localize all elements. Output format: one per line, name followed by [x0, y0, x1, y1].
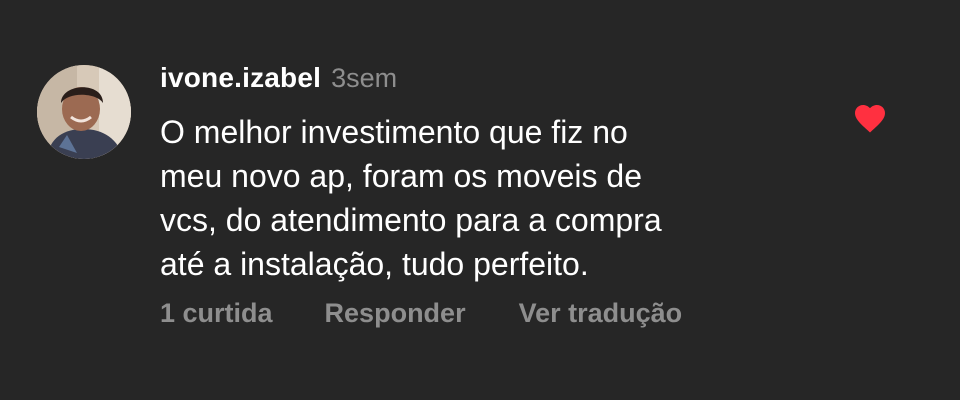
avatar-photo [37, 65, 131, 159]
comment-actions: 1 curtida Responder Ver tradução [160, 298, 682, 329]
reply-button[interactable]: Responder [325, 298, 466, 329]
translate-button[interactable]: Ver tradução [519, 298, 683, 329]
comment-header: ivone.izabel 3sem [160, 62, 820, 102]
avatar[interactable] [37, 65, 131, 159]
comment-body: ivone.izabel 3sem O melhor investimento … [160, 62, 820, 286]
comment-text: O melhor investimento que fiz no meu nov… [160, 114, 662, 282]
heart-filled-icon [855, 105, 885, 133]
like-button[interactable] [852, 100, 888, 134]
username[interactable]: ivone.izabel [160, 62, 321, 94]
timestamp: 3sem [331, 63, 398, 93]
likes-count-link[interactable]: 1 curtida [160, 298, 273, 329]
comment-item: ivone.izabel 3sem O melhor investimento … [0, 0, 960, 400]
